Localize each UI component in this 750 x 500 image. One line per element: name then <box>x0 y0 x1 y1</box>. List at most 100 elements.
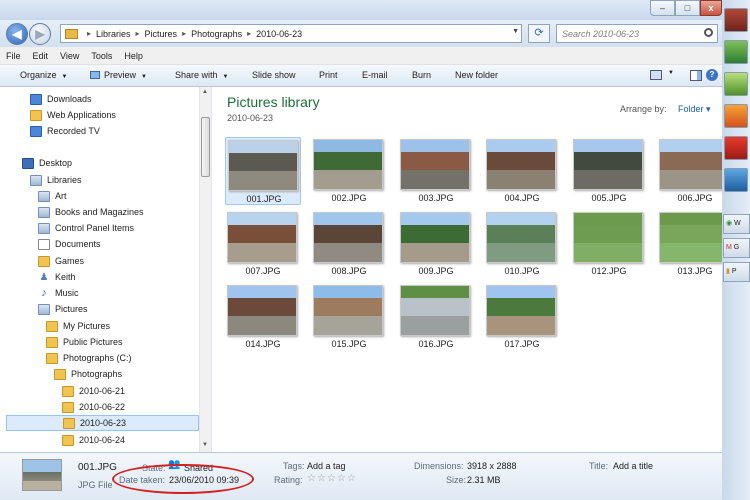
preview-icon <box>90 71 100 79</box>
tree-item[interactable]: Art <box>38 188 67 204</box>
menu-help[interactable]: Help <box>124 51 143 61</box>
menu-tools[interactable]: Tools <box>91 51 112 61</box>
share-with-button[interactable]: Share with ▼ <box>175 70 228 80</box>
tree-item[interactable]: My Pictures <box>46 318 110 334</box>
views-icon[interactable] <box>650 70 662 80</box>
tree-item[interactable]: Public Pictures <box>46 334 123 350</box>
photo-thumbnail[interactable]: 004.JPG <box>484 137 560 205</box>
documents-icon <box>38 238 50 250</box>
tree-item[interactable]: Web Applications <box>30 107 116 123</box>
tree-item[interactable]: Libraries <box>30 172 82 188</box>
email-button[interactable]: E-mail <box>362 70 388 80</box>
new-folder-button[interactable]: New folder <box>455 70 498 80</box>
tags-field[interactable]: Add a tag <box>307 461 346 471</box>
chrome-icon: ◉ <box>726 220 733 227</box>
maximize-button[interactable]: □ <box>675 0 700 16</box>
control-panel-app-icon[interactable] <box>724 168 748 192</box>
help-icon[interactable]: ? <box>706 69 718 81</box>
close-button[interactable]: x <box>700 0 722 16</box>
breadcrumb-pictures[interactable]: Pictures <box>145 29 178 39</box>
tree-item[interactable]: ♪ Music <box>38 285 79 301</box>
refresh-button[interactable]: ⟳ <box>528 24 550 43</box>
taskbar-task-explorer[interactable]: ▮ P <box>723 262 750 282</box>
address-bar[interactable]: ▸ Libraries ▸ Pictures ▸ Photographs ▸ 2… <box>60 24 522 43</box>
slide-show-button[interactable]: Slide show <box>252 70 296 80</box>
photo-thumbnail[interactable]: 016.JPG <box>398 283 474 351</box>
chevron-down-icon[interactable]: ▼ <box>668 70 674 76</box>
books-app-icon[interactable] <box>724 8 748 32</box>
breadcrumb-current-folder[interactable]: 2010-06-23 <box>256 29 302 39</box>
arrange-by-dropdown[interactable]: Folder ▾ <box>678 104 711 115</box>
tree-item-label: Art <box>55 191 67 201</box>
photo-thumbnail[interactable]: 012.JPG <box>571 210 647 278</box>
menu-view[interactable]: View <box>60 51 79 61</box>
tree-item[interactable]: Documents <box>38 236 101 252</box>
photo-thumbnail[interactable]: 009.JPG <box>398 210 474 278</box>
tree-item[interactable]: Control Panel Items <box>38 220 134 236</box>
photo-thumbnail[interactable]: 001.JPG <box>225 137 301 205</box>
breadcrumb-separator[interactable]: ▸ <box>247 29 251 38</box>
chevron-down-icon[interactable]: ▼ <box>512 28 519 35</box>
rating-stars[interactable]: ☆☆☆☆☆ <box>307 473 357 484</box>
back-button[interactable]: ◀ <box>6 23 28 45</box>
tree-item[interactable]: 2010-06-24 <box>62 432 125 448</box>
search-input[interactable]: Search 2010-06-23 <box>556 24 718 43</box>
breadcrumb-separator[interactable]: ▸ <box>87 29 91 38</box>
tree-item[interactable]: Downloads <box>30 91 92 107</box>
folder-icon: ▮ <box>726 268 730 275</box>
menu-edit[interactable]: Edit <box>33 51 49 61</box>
antivirus-app-icon[interactable] <box>724 136 748 160</box>
library-subtitle: 2010-06-23 <box>227 113 274 123</box>
tree-item[interactable]: Desktop <box>22 155 72 171</box>
tree-item[interactable]: Pictures <box>38 301 88 317</box>
scroll-up-icon[interactable]: ▲ <box>202 89 208 95</box>
tree-item[interactable]: Games <box>38 253 84 269</box>
folder-icon <box>46 336 58 348</box>
tree-item[interactable]: 2010-06-23 <box>6 415 199 431</box>
forward-button[interactable]: ▶ <box>29 23 51 45</box>
tree-item[interactable]: Books and Magazines <box>38 204 144 220</box>
tree-item[interactable]: Photographs (C:) <box>46 350 132 366</box>
tree-item[interactable]: Recorded TV <box>30 123 100 139</box>
tree-item-label: Pictures <box>55 304 88 314</box>
taskbar-task-browser[interactable]: ◉ W <box>723 214 750 234</box>
taskbar-task-mail[interactable]: M G <box>723 238 750 258</box>
tree-item[interactable]: ♟ Keith <box>38 269 76 285</box>
search-icon[interactable] <box>704 28 713 37</box>
navigation-scrollbar[interactable]: ▲ ▼ <box>199 87 211 452</box>
music-icon: ♪ <box>38 287 50 299</box>
title-bar[interactable]: – □ x <box>0 0 722 20</box>
organize-button[interactable]: Organize ▼ <box>20 70 67 80</box>
photo-thumbnail[interactable]: 002.JPG <box>311 137 387 205</box>
photo-thumbnail[interactable]: 005.JPG <box>571 137 647 205</box>
chart-app-icon[interactable] <box>724 72 748 96</box>
scrollbar-thumb[interactable] <box>201 117 210 177</box>
tree-item[interactable]: 2010-06-22 <box>62 399 125 415</box>
breadcrumb-photographs[interactable]: Photographs <box>191 29 242 39</box>
title-field[interactable]: Add a title <box>613 461 653 471</box>
breadcrumb-separator[interactable]: ▸ <box>182 29 186 38</box>
tree-item-label: Recorded TV <box>47 126 100 136</box>
photo-thumbnail[interactable]: 003.JPG <box>398 137 474 205</box>
office-app-icon[interactable] <box>724 104 748 128</box>
print-button[interactable]: Print <box>319 70 338 80</box>
tree-item[interactable]: Photographs <box>54 366 122 382</box>
photo-thumbnail[interactable]: 017.JPG <box>484 283 560 351</box>
preview-button[interactable]: Preview ▼ <box>90 70 147 80</box>
burn-button[interactable]: Burn <box>412 70 431 80</box>
breadcrumb-separator[interactable]: ▸ <box>136 29 140 38</box>
spreadsheet-app-icon[interactable] <box>724 40 748 64</box>
tree-item-label: Libraries <box>47 175 82 185</box>
photo-thumbnail[interactable]: 014.JPG <box>225 283 301 351</box>
photo-thumbnail[interactable]: 015.JPG <box>311 283 387 351</box>
tree-item-label: 2010-06-24 <box>79 435 126 445</box>
photo-thumbnail[interactable]: 008.JPG <box>311 210 387 278</box>
photo-thumbnail[interactable]: 007.JPG <box>225 210 301 278</box>
photo-thumbnail[interactable]: 010.JPG <box>484 210 560 278</box>
preview-pane-icon[interactable] <box>690 70 702 81</box>
tree-item[interactable]: 2010-06-21 <box>62 383 125 399</box>
breadcrumb-libraries[interactable]: Libraries <box>96 29 131 39</box>
menu-file[interactable]: File <box>6 51 21 61</box>
minimize-button[interactable]: – <box>650 0 675 16</box>
scroll-down-icon[interactable]: ▼ <box>202 442 208 448</box>
